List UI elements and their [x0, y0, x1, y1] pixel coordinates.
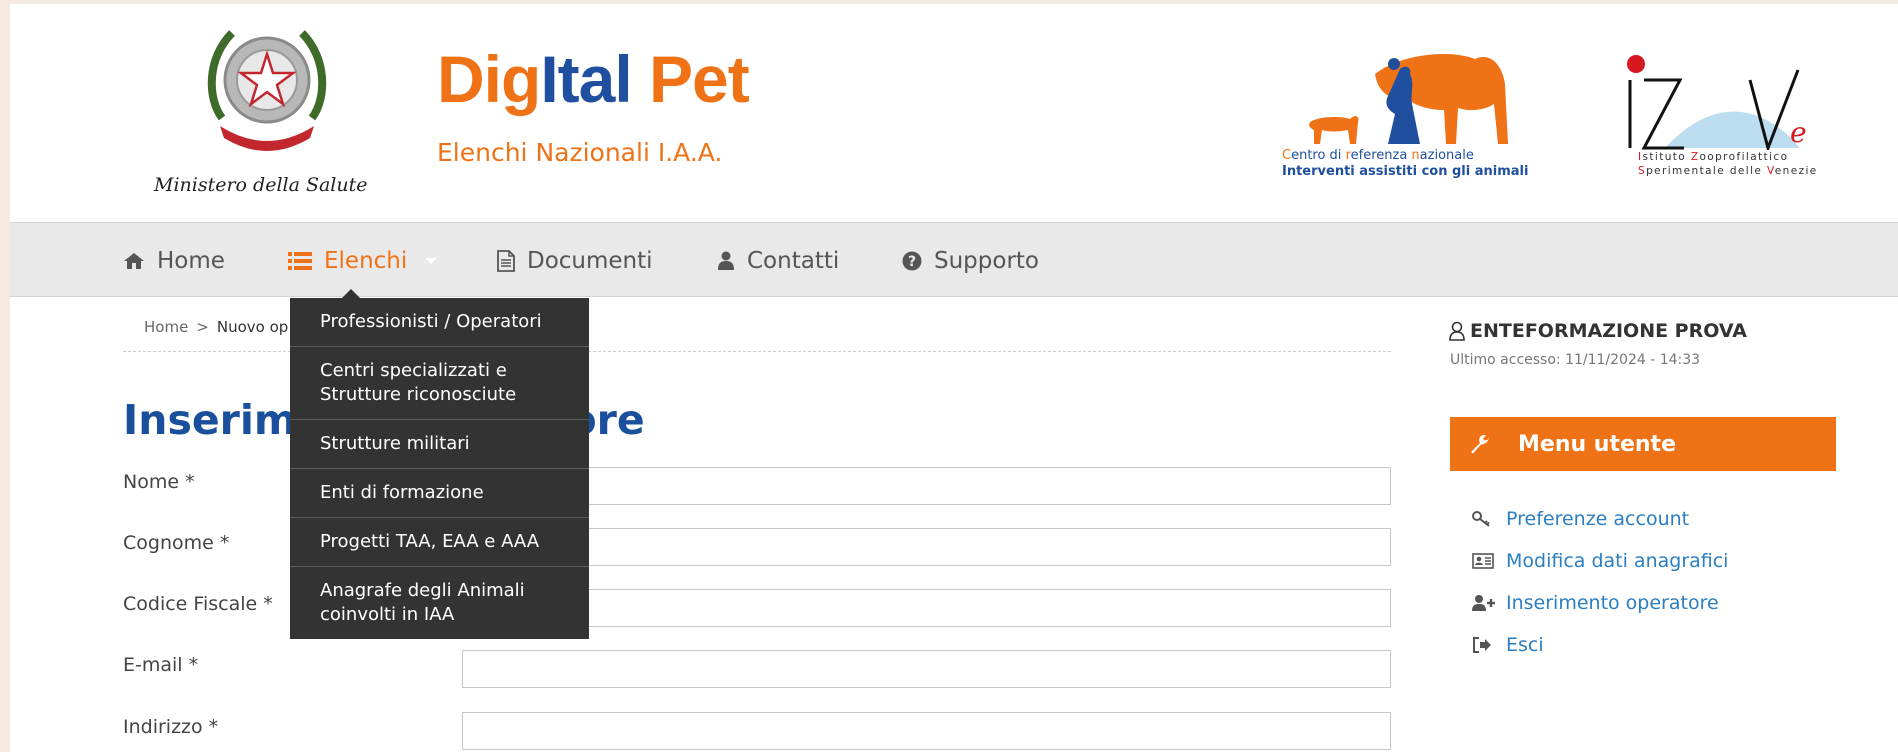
- chevron-down-icon: [425, 257, 438, 264]
- breadcrumb: Home > Nuovo op: [144, 318, 288, 336]
- site-header: Ministero della Salute DigItal Pet Elenc…: [10, 4, 1898, 222]
- nav-item-supporto[interactable]: ? Supporto: [902, 223, 1039, 298]
- elenchi-dropdown-menu: Professionisti / Operatori Centri specia…: [290, 298, 589, 639]
- brand-title-part: Dig: [437, 42, 541, 116]
- brand-subtitle: Elenchi Nazionali I.A.A.: [437, 138, 723, 167]
- izsve-text: stituto: [1642, 151, 1691, 163]
- form-row-indirizzo: Indirizzo *: [123, 712, 1391, 752]
- user-menu-item-preferenze[interactable]: Preferenze account: [1472, 498, 1728, 540]
- centro-initial: C: [1282, 148, 1292, 163]
- izsve-caption-line2: Sperimentale delle Venezie: [1638, 164, 1818, 178]
- user-menu-item-modifica-dati[interactable]: Modifica dati anagrafici: [1472, 540, 1728, 582]
- centro-caption-line2: Interventi assistiti con gli animali: [1282, 164, 1529, 179]
- brand-title-part: Pet: [631, 42, 750, 116]
- ministero-logo[interactable]: Ministero della Salute: [150, 18, 380, 208]
- izsve-logo[interactable]: e Istituto Zooprofilattico Sperimentale …: [1620, 50, 1820, 190]
- nav-item-label: Home: [157, 247, 225, 274]
- user-icon: [717, 251, 735, 271]
- menu-item-progetti[interactable]: Progetti TAA, EAA e AAA: [290, 518, 589, 567]
- menu-item-anagrafe-animali[interactable]: Anagrafe degli Animali coinvolti in IAA: [290, 567, 589, 639]
- user-name-text: ENTEFORMAZIONE PROVA: [1470, 320, 1748, 342]
- ministry-caption: Ministero della Salute: [154, 174, 368, 196]
- nav-item-label: Documenti: [527, 247, 653, 274]
- centro-text: azionale: [1419, 148, 1474, 163]
- form-row-email: E-mail *: [123, 650, 1391, 690]
- nav-item-label: Elenchi: [324, 247, 408, 274]
- email-label: E-mail *: [123, 654, 199, 676]
- menu-item-professionisti[interactable]: Professionisti / Operatori: [290, 298, 589, 347]
- last-access: Ultimo accesso: 11/11/2024 - 14:33: [1450, 352, 1701, 368]
- codice-fiscale-input[interactable]: [462, 589, 1391, 627]
- brand-title-part: Ital: [540, 42, 632, 116]
- centro-caption-line1: Centro di referenza nazionale: [1282, 148, 1528, 164]
- menu-item-enti-formazione[interactable]: Enti di formazione: [290, 469, 589, 518]
- centro-caption: Centro di referenza nazionale Interventi…: [1282, 148, 1528, 180]
- nav-item-label: Supporto: [934, 247, 1039, 274]
- user-menu-title: Menu utente: [1518, 431, 1676, 457]
- main-navbar: Home Elenchi Documenti Contatti ? Suppor…: [10, 222, 1898, 297]
- user-menu-label: Inserimento operatore: [1506, 592, 1719, 614]
- user-menu-label: Modifica dati anagrafici: [1506, 550, 1729, 572]
- user-menu-item-esci[interactable]: Esci: [1472, 624, 1728, 666]
- indirizzo-label: Indirizzo *: [123, 716, 219, 738]
- centro-text: entro di: [1291, 148, 1346, 163]
- izsve-initial: S: [1638, 165, 1647, 177]
- breadcrumb-home-link[interactable]: Home: [144, 318, 188, 336]
- list-icon: [288, 251, 312, 271]
- page: Ministero della Salute DigItal Pet Elenc…: [10, 4, 1898, 752]
- centro-text: eferenza: [1350, 148, 1412, 163]
- user-name: ENTEFORMAZIONE PROVA: [1448, 320, 1747, 342]
- nome-input[interactable]: [462, 467, 1391, 505]
- nav-item-home[interactable]: Home: [123, 223, 225, 298]
- key-icon: [1472, 511, 1506, 527]
- breadcrumb-separator: >: [196, 318, 209, 336]
- republic-emblem-icon: [207, 30, 327, 151]
- menu-item-centri-specializzati[interactable]: Centri specializzati e Strutture riconos…: [290, 347, 589, 420]
- home-icon: [123, 252, 145, 270]
- izsve-caption-line1: Istituto Zooprofilattico: [1638, 150, 1818, 164]
- nav-item-label: Contatti: [747, 247, 840, 274]
- user-menu-header: Menu utente: [1450, 417, 1836, 471]
- cognome-input[interactable]: [462, 528, 1391, 566]
- centro-referenza-logo[interactable]: Centro di referenza nazionale Interventi…: [1280, 44, 1528, 194]
- breadcrumb-current: Nuovo op: [216, 318, 289, 336]
- codice-fiscale-label: Codice Fiscale *: [123, 593, 273, 615]
- horse-child-dog-icon: [1309, 54, 1508, 144]
- user-menu: Preferenze account Modifica dati anagraf…: [1472, 498, 1728, 666]
- user-plus-icon: [1472, 594, 1506, 612]
- nome-label: Nome *: [123, 471, 195, 493]
- izsve-text: perimentale delle: [1646, 165, 1768, 177]
- izsve-initial: V: [1767, 165, 1775, 177]
- nav-item-documenti[interactable]: Documenti: [497, 223, 653, 298]
- izsve-text: enezie: [1774, 165, 1818, 177]
- izsve-text: ooprofilattico: [1699, 151, 1789, 163]
- indirizzo-input[interactable]: [462, 712, 1391, 750]
- dropdown-arrow: [341, 289, 361, 299]
- svg-text:?: ?: [908, 254, 916, 270]
- user-menu-label: Preferenze account: [1506, 508, 1690, 530]
- izsve-caption: Istituto Zooprofilattico Sperimentale de…: [1638, 150, 1818, 178]
- brand-title: DigItal Pet: [437, 46, 750, 112]
- document-icon: [497, 249, 515, 272]
- menu-item-strutture-militari[interactable]: Strutture militari: [290, 420, 589, 469]
- sign-out-icon: [1472, 637, 1506, 653]
- izsve-mark-icon: e: [1627, 55, 1807, 153]
- brand[interactable]: DigItal Pet Elenchi Nazionali I.A.A.: [437, 46, 750, 167]
- nav-item-elenchi[interactable]: Elenchi: [288, 223, 438, 298]
- nav-item-contatti[interactable]: Contatti: [717, 223, 839, 298]
- question-circle-icon: ?: [902, 251, 922, 271]
- wrench-icon: [1468, 433, 1490, 455]
- user-menu-item-inserimento-operatore[interactable]: Inserimento operatore: [1472, 582, 1728, 624]
- user-menu-label: Esci: [1506, 634, 1544, 656]
- cognome-label: Cognome *: [123, 532, 230, 554]
- centro-initial: n: [1411, 148, 1420, 163]
- email-input[interactable]: [462, 650, 1391, 688]
- user-outline-icon: [1449, 321, 1465, 341]
- id-card-icon: [1472, 553, 1506, 569]
- svg-text:e: e: [1790, 116, 1807, 149]
